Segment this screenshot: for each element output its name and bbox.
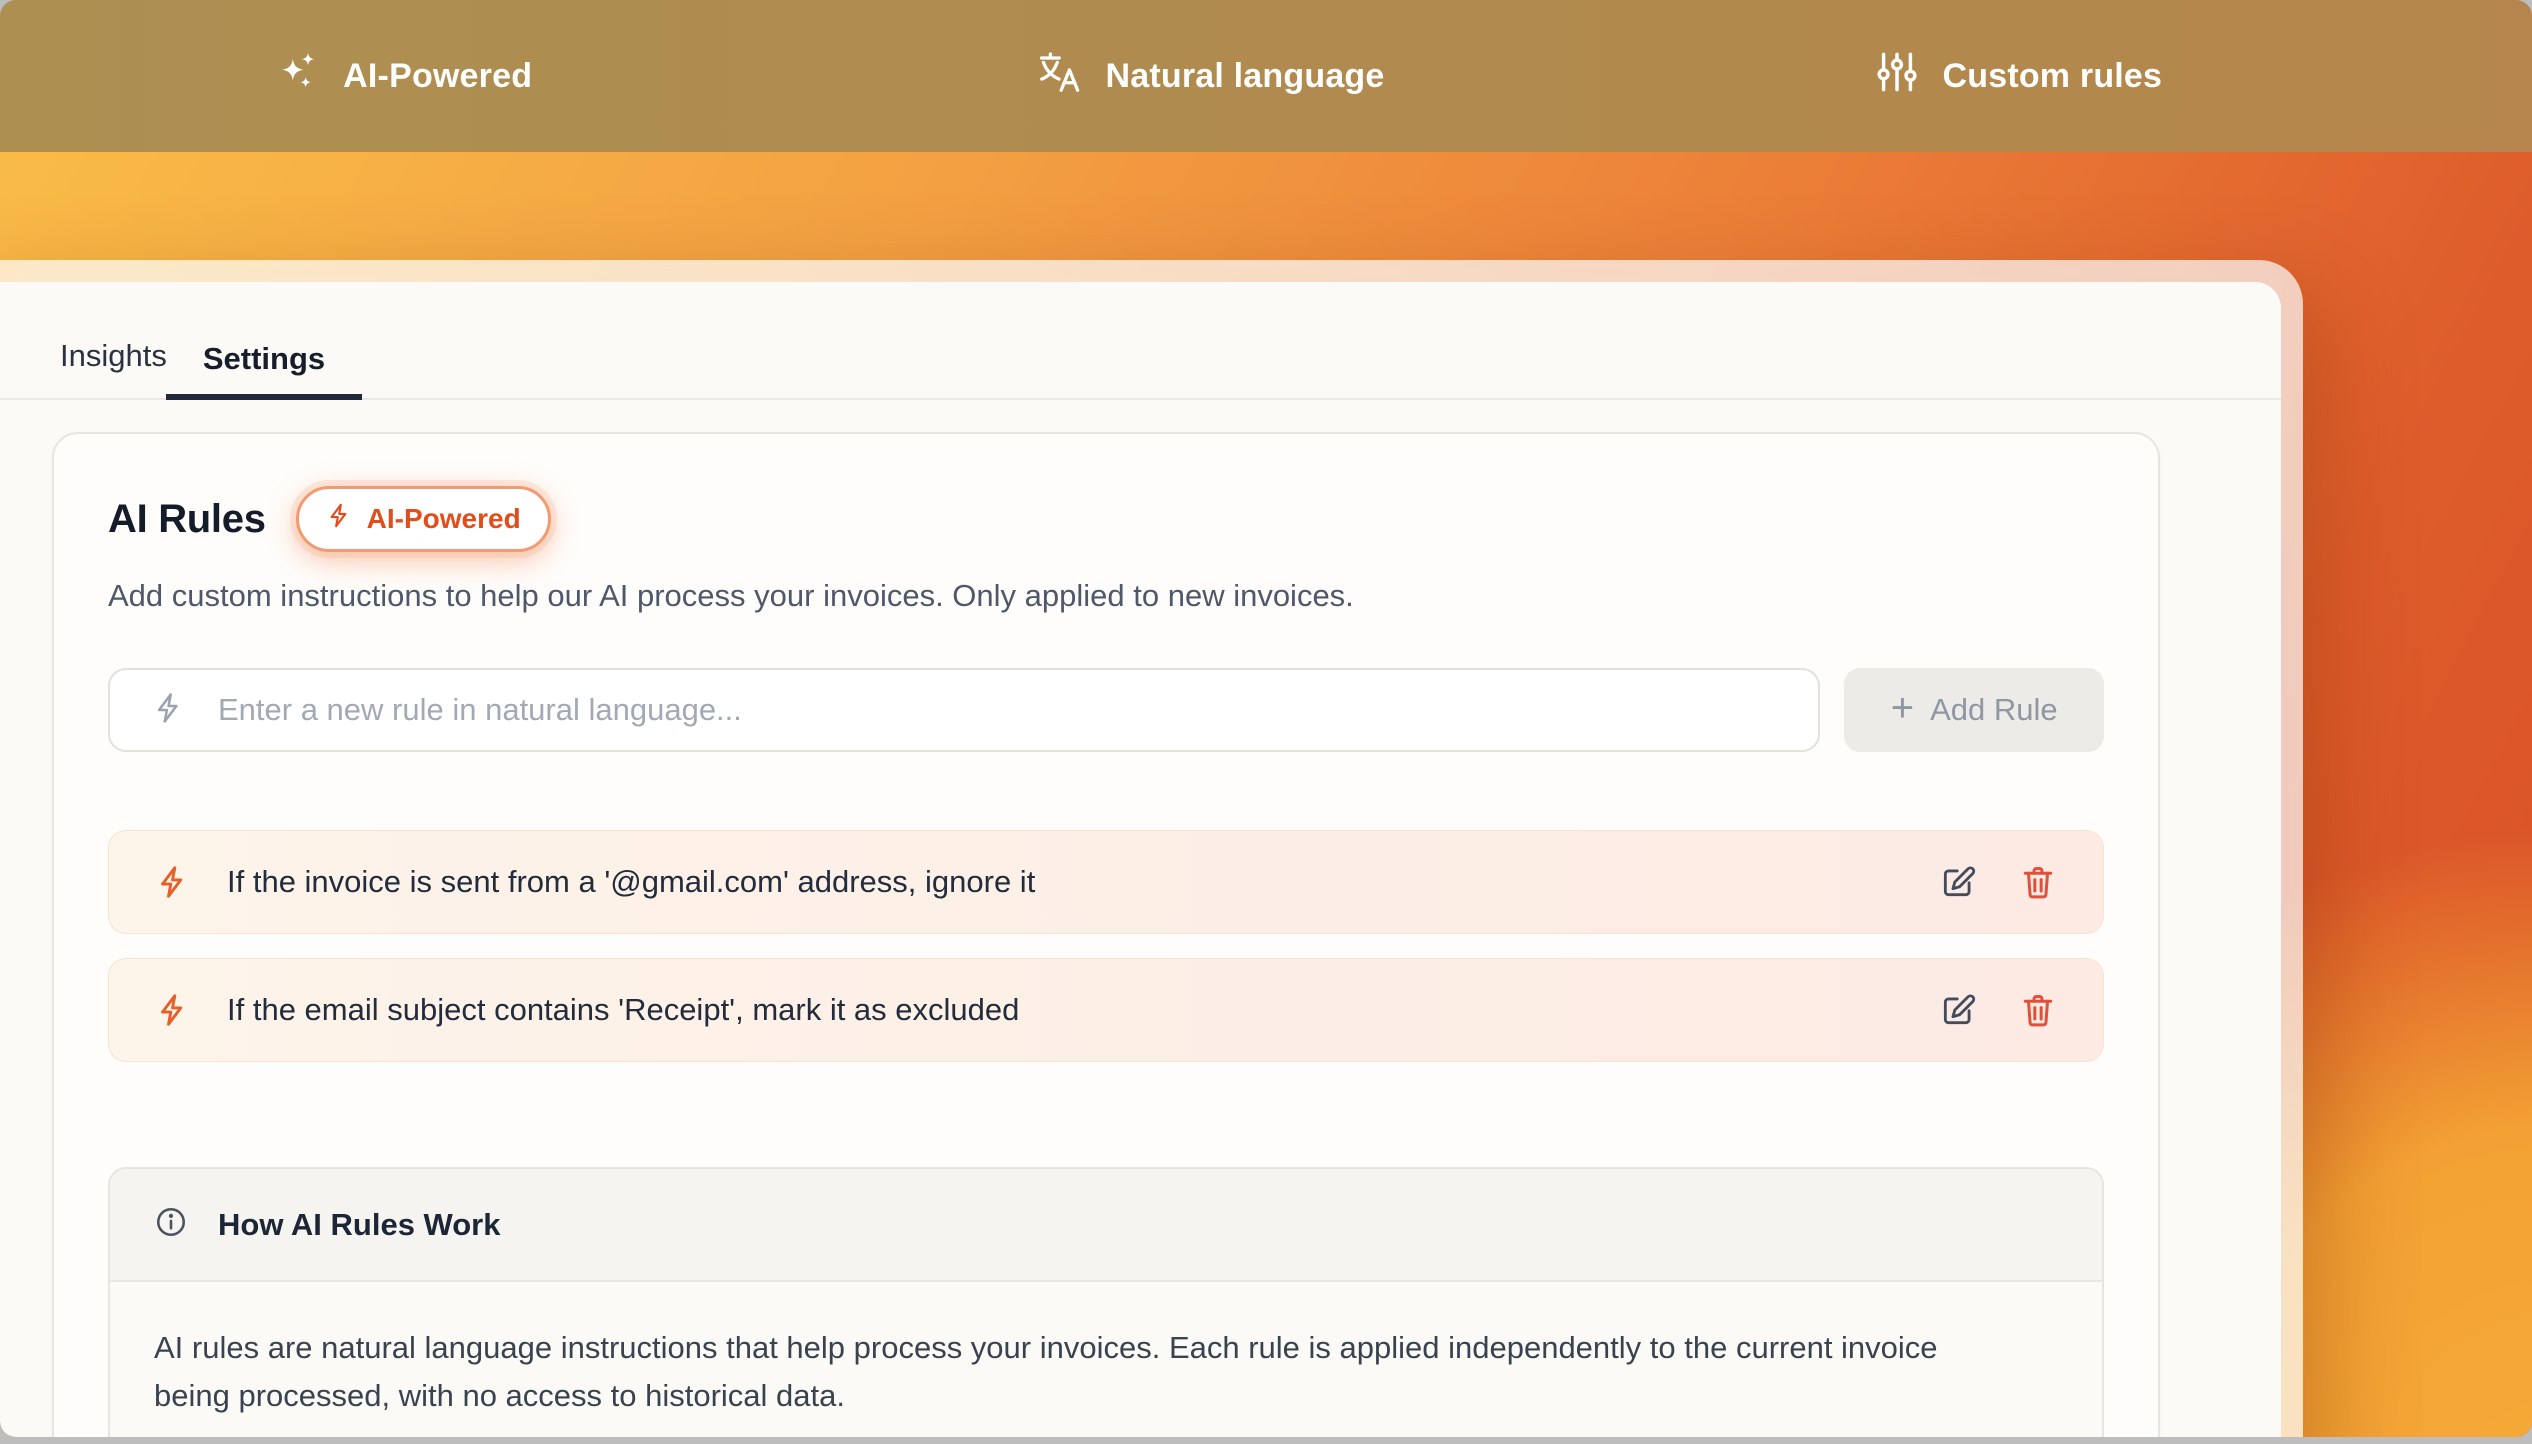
delete-rule-button[interactable] bbox=[2019, 863, 2057, 901]
rule-row: If the email subject contains 'Receipt',… bbox=[108, 958, 2104, 1062]
how-rules-work-box: How AI Rules Work AI rules are natural l… bbox=[108, 1167, 2104, 1437]
sliders-icon bbox=[1874, 49, 1920, 104]
rule-actions bbox=[1939, 863, 2057, 901]
desktop-wallpaper: Insights Settings AI Rules A bbox=[0, 152, 2532, 1437]
delete-rule-button[interactable] bbox=[2019, 991, 2057, 1029]
bolt-icon bbox=[326, 502, 353, 536]
feature-ai-powered: AI-Powered bbox=[0, 49, 807, 104]
new-rule-input[interactable] bbox=[216, 691, 1788, 729]
tab-insights[interactable]: Insights bbox=[60, 338, 167, 398]
rule-text: If the invoice is sent from a '@gmail.co… bbox=[227, 864, 1903, 900]
new-rule-field-wrap bbox=[108, 668, 1820, 752]
info-icon bbox=[154, 1205, 188, 1244]
trash-icon bbox=[2019, 991, 2057, 1029]
pencil-square-icon bbox=[1939, 991, 1977, 1029]
bolt-icon bbox=[155, 864, 191, 900]
edit-rule-button[interactable] bbox=[1939, 991, 1977, 1029]
tab-settings[interactable]: Settings bbox=[166, 341, 362, 400]
rule-text: If the email subject contains 'Receipt',… bbox=[227, 992, 1903, 1028]
plus-icon: + bbox=[1891, 688, 1914, 728]
badge-label: AI-Powered bbox=[367, 503, 521, 535]
feature-label: AI-Powered bbox=[343, 57, 532, 96]
rules-list: If the invoice is sent from a '@gmail.co… bbox=[108, 830, 2104, 1062]
trash-icon bbox=[2019, 863, 2057, 901]
hero-canvas: AI-Powered Natural language bbox=[0, 0, 2532, 1437]
edit-rule-button[interactable] bbox=[1939, 863, 1977, 901]
rule-actions bbox=[1939, 991, 2057, 1029]
ai-rules-card: AI Rules AI-Powered Add custom instructi… bbox=[52, 432, 2160, 1437]
app-window-content: Insights Settings AI Rules A bbox=[0, 282, 2281, 1437]
ai-powered-badge: AI-Powered bbox=[296, 486, 551, 552]
page-title: AI Rules bbox=[108, 497, 266, 542]
add-rule-button[interactable]: + Add Rule bbox=[1844, 668, 2104, 752]
feature-label: Natural language bbox=[1105, 57, 1384, 96]
feature-label: Custom rules bbox=[1942, 57, 2162, 96]
feature-custom-rules: Custom rules bbox=[1615, 49, 2422, 104]
tab-bar: Insights Settings bbox=[0, 338, 2281, 400]
pencil-square-icon bbox=[1939, 863, 1977, 901]
info-title: How AI Rules Work bbox=[218, 1207, 500, 1243]
new-rule-row: + Add Rule bbox=[108, 668, 2104, 752]
feature-natural-language: Natural language bbox=[807, 49, 1614, 104]
feature-bar: AI-Powered Natural language bbox=[0, 0, 2532, 152]
card-header: AI Rules AI-Powered bbox=[108, 486, 2104, 552]
bolt-icon bbox=[155, 992, 191, 1028]
sparkles-icon bbox=[275, 49, 321, 104]
add-rule-label: Add Rule bbox=[1930, 692, 2058, 728]
info-body: AI rules are natural language instructio… bbox=[110, 1282, 2102, 1437]
bolt-icon bbox=[152, 691, 186, 730]
how-rules-work-header: How AI Rules Work bbox=[110, 1169, 2102, 1282]
card-description: Add custom instructions to help our AI p… bbox=[108, 578, 2104, 614]
rule-row: If the invoice is sent from a '@gmail.co… bbox=[108, 830, 2104, 934]
app-window: Insights Settings AI Rules A bbox=[0, 260, 2303, 1437]
translate-icon bbox=[1037, 49, 1083, 104]
